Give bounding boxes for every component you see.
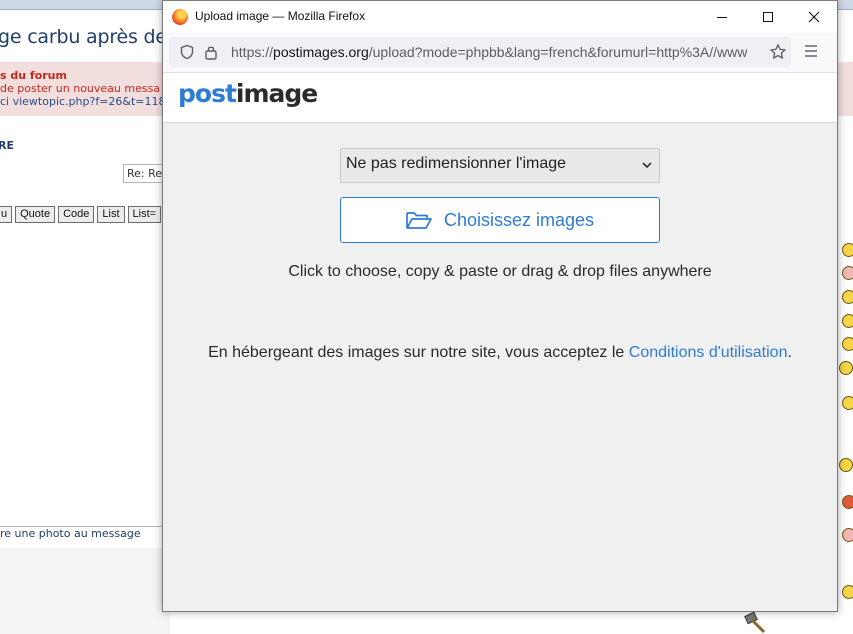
maximize-button[interactable] [745, 1, 791, 33]
maximize-icon [763, 12, 773, 22]
bbcode-quote-button[interactable]: Quote [15, 206, 56, 223]
terms-suffix: . [787, 344, 792, 361]
site-header: postimage [163, 73, 837, 123]
alert-title: s du forum [0, 69, 67, 82]
url-scheme: https:// [231, 44, 274, 60]
resize-select[interactable]: Ne pas redimensionner l'image [340, 148, 660, 183]
window-title: Upload image — Mozilla Firefox [195, 9, 366, 23]
upload-content: Ne pas redimensionner l'image Choisissez… [163, 124, 837, 611]
smiley-icon[interactable] [842, 243, 853, 257]
logo-text-post: post [178, 79, 237, 108]
hamburger-menu-icon[interactable] [803, 44, 819, 58]
forum-section-label: RE [0, 139, 14, 152]
url-text: https://postimages.org/upload?mode=phpbb… [231, 44, 763, 60]
smiley-icon[interactable] [839, 458, 853, 472]
terms-link[interactable]: Conditions d'utilisation [629, 344, 788, 361]
navigation-toolbar: https://postimages.org/upload?mode=phpbb… [163, 33, 837, 73]
terms-notice: En hébergeant des images sur notre site,… [163, 344, 837, 362]
smiley-icon[interactable] [842, 396, 853, 410]
hammer-smiley-icon [744, 612, 766, 634]
choose-images-button[interactable]: Choisissez images [340, 197, 660, 243]
alert-link[interactable]: ci viewtopic.php?f=26&t=118 [0, 95, 166, 108]
add-photo-link[interactable]: re une photo au message [0, 527, 141, 540]
close-icon [808, 11, 820, 23]
smiley-icon[interactable] [842, 266, 853, 280]
url-host: postimages.org [273, 44, 369, 60]
firefox-logo-icon [172, 9, 188, 25]
smiley-icon[interactable] [842, 585, 853, 599]
bbcode-list-eq-button[interactable]: List= [127, 206, 162, 223]
chevron-down-icon [642, 162, 652, 169]
alert-message: de poster un nouveau messa [0, 82, 161, 95]
bbcode-u-button[interactable]: u [0, 206, 13, 223]
smiley-icon[interactable] [842, 314, 853, 328]
resize-select-value: Ne pas redimensionner l'image [346, 155, 567, 172]
bbcode-toolbar: u Quote Code List List= [0, 206, 162, 223]
minimize-button[interactable] [699, 1, 745, 33]
bbcode-code-button[interactable]: Code [58, 206, 95, 223]
url-path: /upload?mode=phpbb&lang=french&forumurl=… [368, 44, 748, 60]
postimage-logo[interactable]: postimage [178, 79, 318, 108]
upload-hint: Click to choose, copy & paste or drag & … [288, 263, 712, 280]
firefox-popup-window: Upload image — Mozilla Firefox https://p… [162, 0, 838, 612]
smiley-icon[interactable] [842, 495, 853, 509]
bookmark-star-icon[interactable] [769, 43, 787, 61]
smiley-icon[interactable] [842, 528, 853, 542]
bbcode-list-button[interactable]: List [97, 206, 125, 223]
folder-open-icon [406, 212, 432, 229]
choose-images-label: Choisissez images [444, 210, 595, 230]
shield-icon[interactable] [179, 44, 195, 60]
smiley-icon[interactable] [842, 337, 853, 351]
close-button[interactable] [791, 1, 837, 33]
lock-icon[interactable] [204, 44, 218, 60]
smiley-question-icon[interactable] [842, 290, 853, 304]
url-bar[interactable]: https://postimages.org/upload?mode=phpbb… [169, 37, 791, 67]
logo-text-image: image [235, 79, 318, 108]
forum-lower-pane [0, 548, 170, 634]
window-titlebar[interactable]: Upload image — Mozilla Firefox [163, 1, 837, 33]
minimize-icon [717, 17, 727, 18]
forum-topic-title: ge carbu après deb [0, 26, 179, 48]
terms-prefix: En hébergeant des images sur notre site,… [208, 344, 629, 361]
smiley-icon[interactable] [839, 361, 853, 375]
